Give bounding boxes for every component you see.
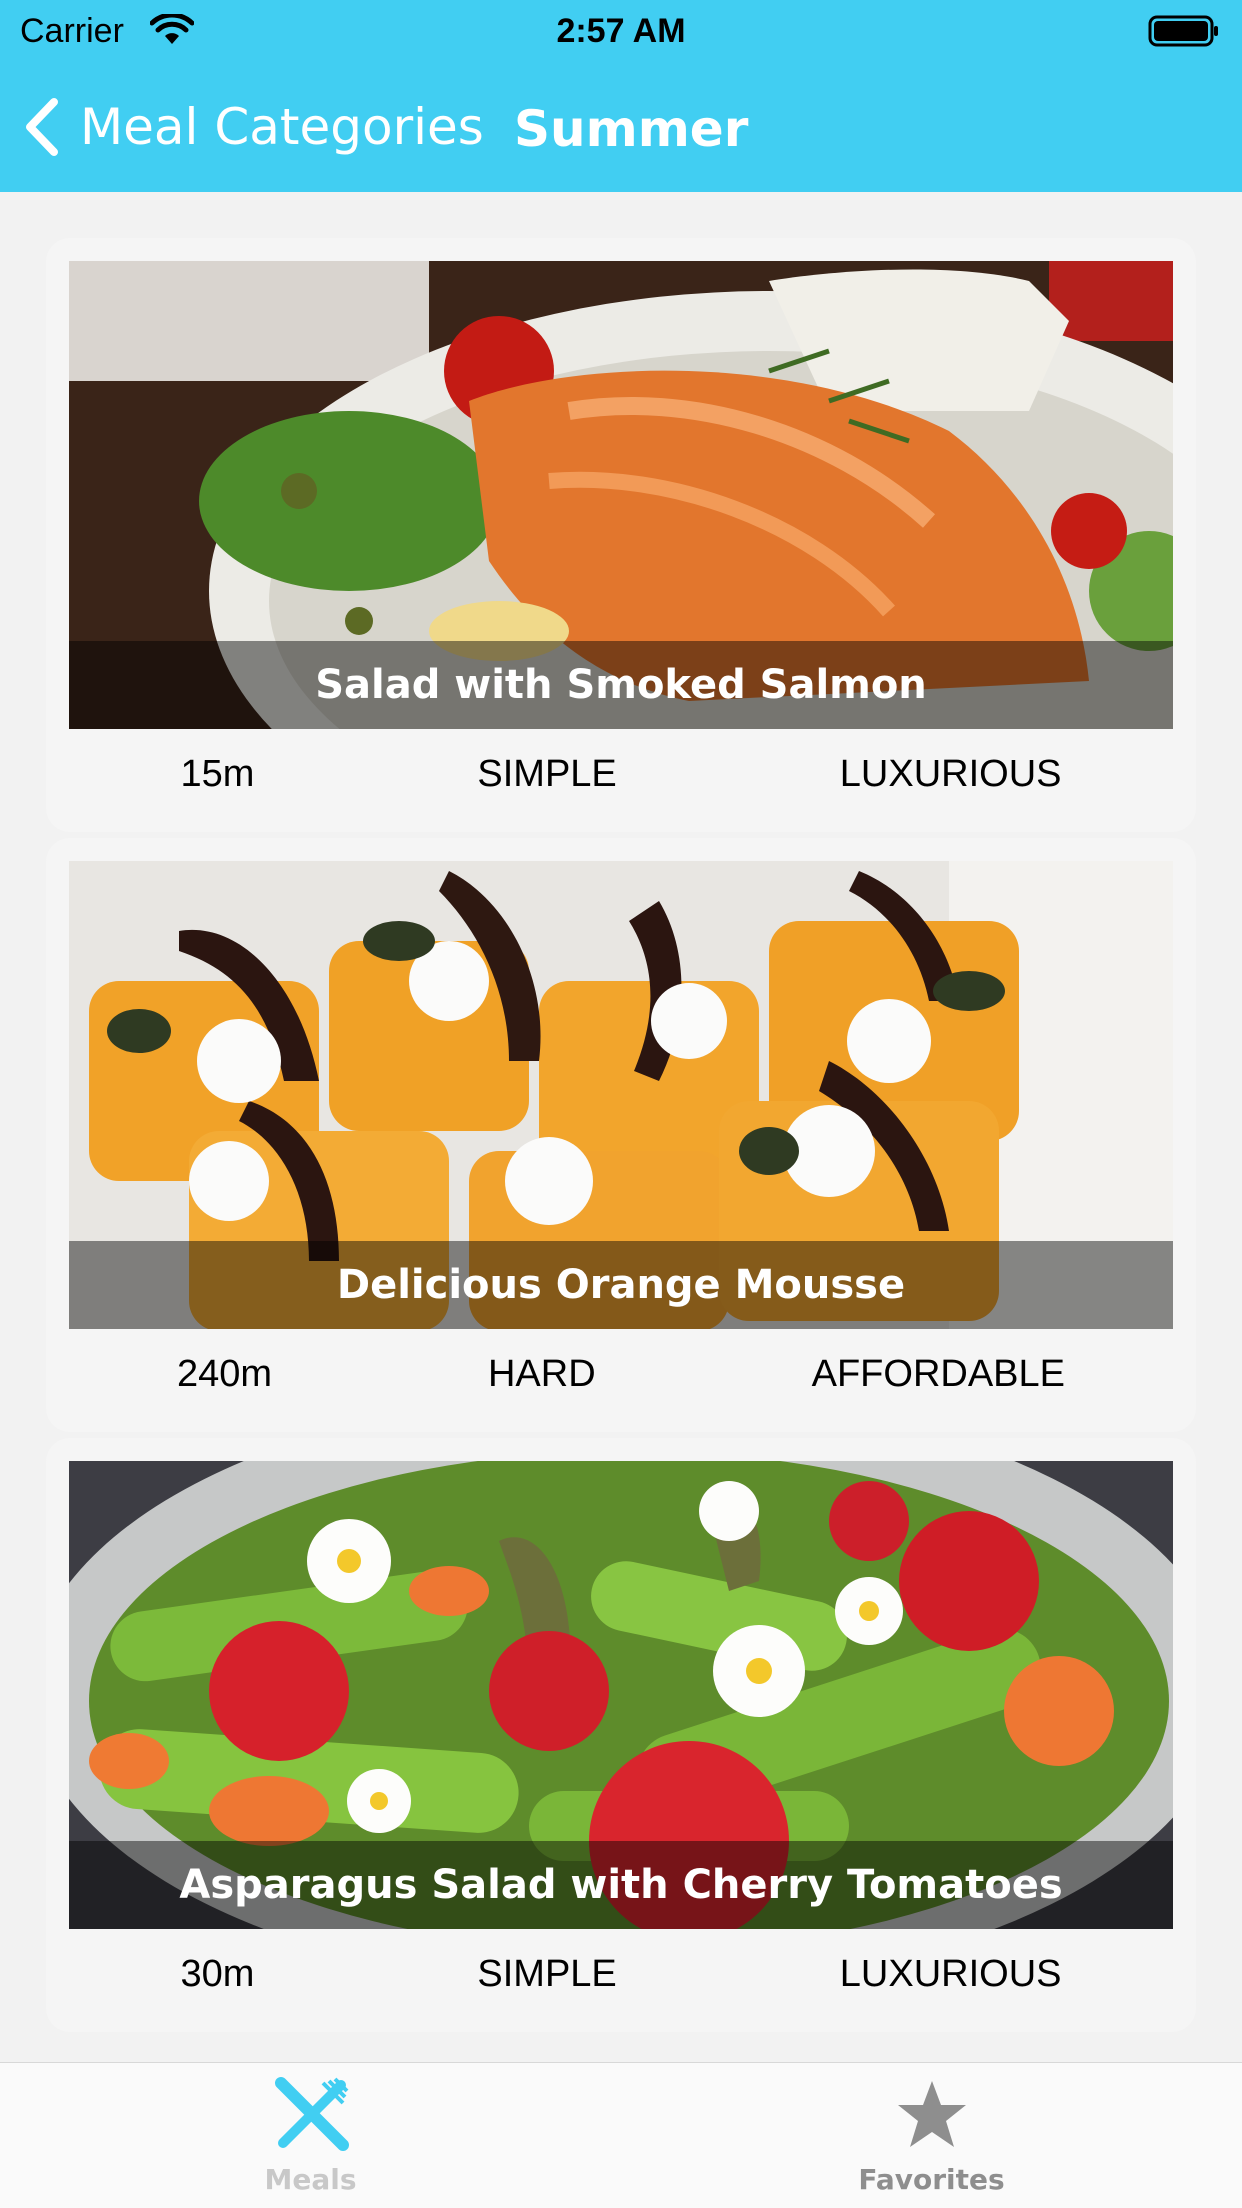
battery-icon [1148,15,1218,47]
meal-title: Asparagus Salad with Cherry Tomatoes [179,1862,1063,1908]
meal-title-overlay: Asparagus Salad with Cherry Tomatoes [69,1841,1173,1929]
utensils-icon [274,2077,349,2151]
meal-image-asparagus-salad: Asparagus Salad with Cherry Tomatoes [69,1461,1173,1929]
meal-affordability: AFFORDABLE [811,1352,1066,1395]
back-label: Meal Categories [80,98,484,156]
star-icon [897,2081,966,2147]
meal-card[interactable]: Salad with Smoked Salmon 15m SIMPLE LUXU… [46,238,1196,832]
meal-image-smoked-salmon-salad: Salad with Smoked Salmon [69,261,1173,729]
meal-title-overlay: Salad with Smoked Salmon [69,641,1173,729]
back-button[interactable]: Meal Categories [22,92,484,162]
meal-complexity: SIMPLE [477,1952,617,1995]
tab-meals-label: Meals [264,2163,357,2196]
page-title: Summer [514,100,749,158]
meal-affordability: LUXURIOUS [839,752,1062,795]
meal-details: 15m SIMPLE LUXURIOUS [69,729,1173,819]
status-time: 2:57 AM [556,12,686,50]
meal-affordability: LUXURIOUS [839,1952,1062,1995]
tab-meals[interactable]: Meals [0,2063,621,2208]
chevron-left-icon [26,98,58,156]
meal-duration: 30m [180,1952,255,1995]
meal-list: Salad with Smoked Salmon 15m SIMPLE LUXU… [0,192,1242,2062]
meal-complexity: HARD [487,1352,596,1395]
meal-title-overlay: Delicious Orange Mousse [69,1241,1173,1329]
meal-details: 240m HARD AFFORDABLE [69,1329,1173,1419]
meal-card[interactable]: Delicious Orange Mousse 240m HARD AFFORD… [46,838,1196,1432]
status-bar: Carrier 2:57 AM [0,0,1242,62]
tab-bar: Meals Favorites [0,2062,1242,2208]
tab-favorites-label: Favorites [858,2163,1005,2196]
meal-image-orange-mousse: Delicious Orange Mousse [69,861,1173,1329]
meal-title: Delicious Orange Mousse [336,1262,906,1308]
tab-favorites[interactable]: Favorites [621,2063,1242,2208]
meal-complexity: SIMPLE [477,752,617,795]
meal-card[interactable]: Asparagus Salad with Cherry Tomatoes 30m… [46,1438,1196,2032]
meal-title: Salad with Smoked Salmon [315,662,927,708]
navigation-bar: Meal Categories Summer [0,62,1242,192]
meal-duration: 240m [176,1352,273,1395]
meal-duration: 15m [180,752,255,795]
meal-details: 30m SIMPLE LUXURIOUS [69,1929,1173,2019]
header: Carrier 2:57 AM Meal Categories Summer [0,0,1242,192]
